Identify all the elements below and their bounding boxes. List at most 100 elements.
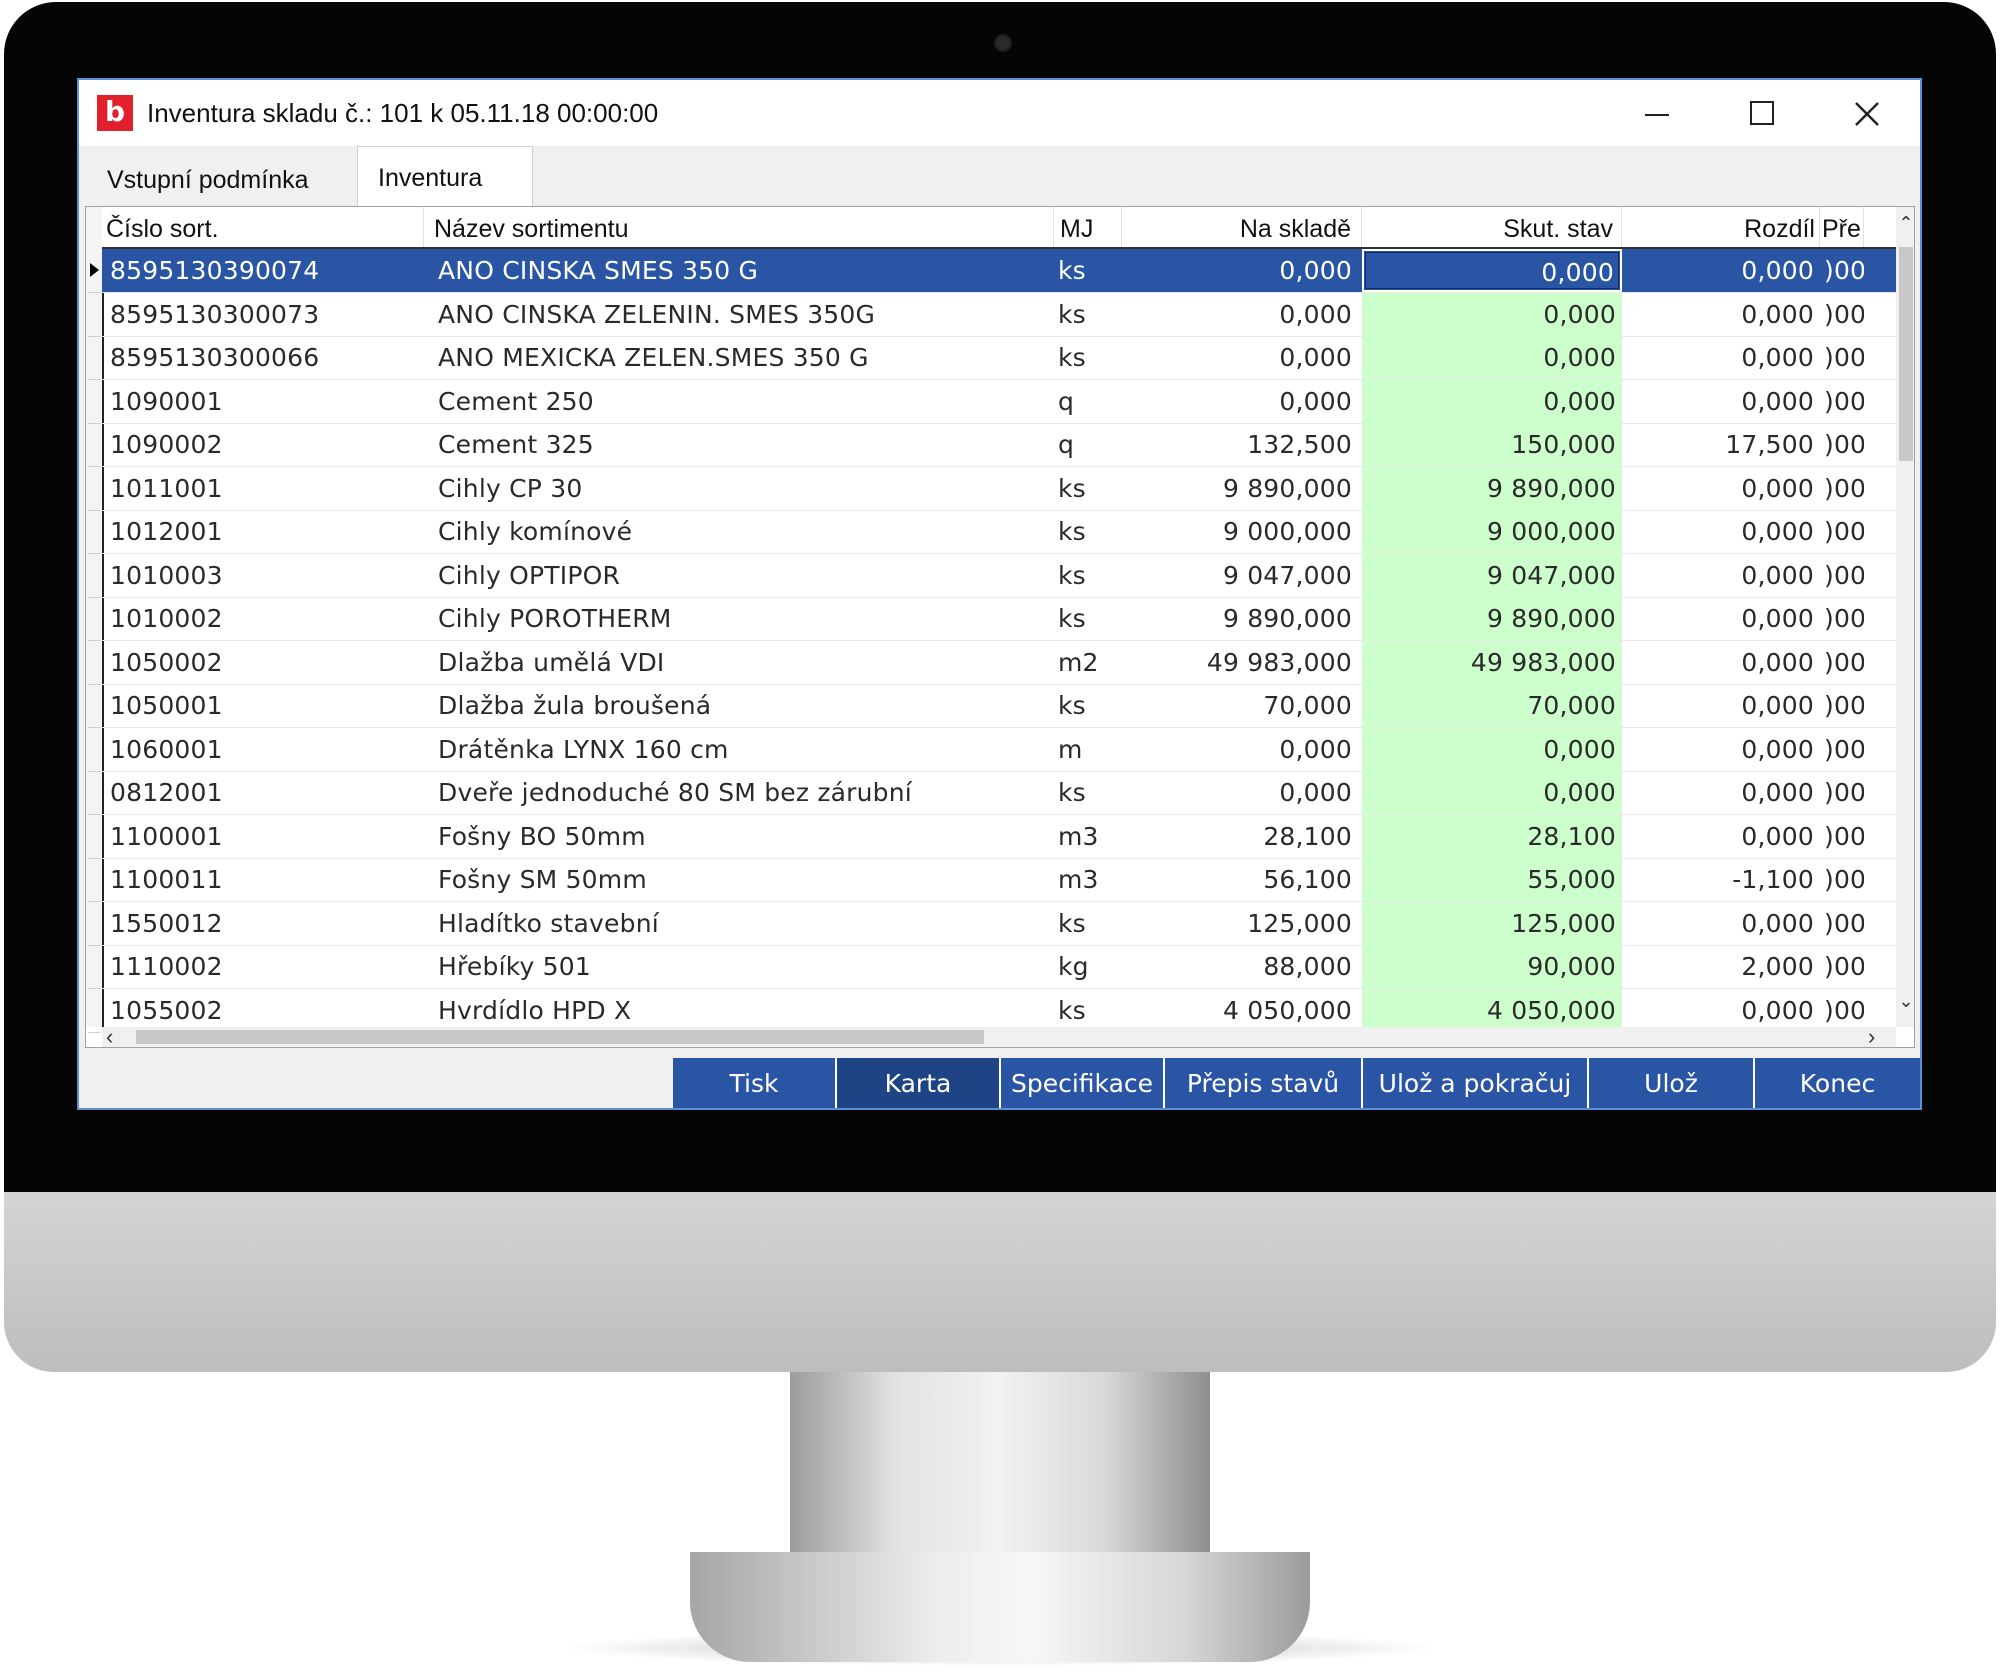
cell-skut-stav[interactable]: 28,100 [1362,814,1622,858]
cell-na-sklade: 0,000 [1279,299,1352,329]
table-row[interactable]: 8595130300066 ANO MEXICKA ZELEN.SMES 350 … [102,336,1896,380]
row-marker[interactable] [88,293,100,337]
column-header-mj[interactable]: MJ [1054,207,1122,247]
scroll-down-icon[interactable]: ⌄ [1896,991,1914,1015]
cell-skut-stav[interactable]: 0,000 [1362,336,1622,379]
cell-mj: ks [1058,517,1086,546]
cell-skut-stav[interactable]: 0,000 [1362,249,1622,292]
table-row[interactable]: 1010002 Cihly POROTHERM ks 9 890,000 9 890,0… [102,597,1896,641]
karta-button[interactable]: Karta [837,1058,1001,1108]
cell-skut-stav[interactable]: 70,000 [1362,684,1622,727]
column-header-rozdil[interactable]: Rozdíl [1622,207,1820,247]
cell-skut-stav[interactable]: 0,000 [1362,727,1622,771]
column-header-nazev[interactable]: Název sortimentu [424,207,1054,247]
table-row[interactable]: 8595130390074 ANO CINSKA SMES 350 G ks 0,00… [102,249,1896,293]
table-row[interactable]: 1011001 Cihly CP 30 ks 9 890,000 9 890,000 0,… [102,466,1896,511]
cell-nazev: Cihly POROTHERM [438,604,672,633]
vertical-scrollbar[interactable]: ⌃ ⌄ [1896,207,1914,1027]
row-marker[interactable] [88,336,100,380]
cell-nazev: Fošny SM 50mm [438,865,647,894]
row-marker[interactable] [88,858,100,902]
cell-skut-stav[interactable]: 9 000,000 [1362,510,1622,553]
horizontal-scrollbar[interactable]: ‹ › [102,1024,1896,1047]
row-marker[interactable] [88,467,100,511]
row-marker[interactable] [88,728,100,772]
maximize-button[interactable] [1734,90,1790,136]
cell-skut-stav[interactable]: 125,000 [1362,901,1622,945]
table-row[interactable]: 1100001 Fošny BO 50mm m3 28,100 28,100 0,000)… [102,814,1896,859]
table-row[interactable]: 1050002 Dlažba umělá VDI m2 49 983,000 49 98… [102,640,1896,685]
table-row[interactable]: 1090002 Cement 325 q 132,500 150,000 17,500)0… [102,423,1896,467]
cell-skut-stav[interactable]: 0,000 [1362,292,1622,336]
cell-skut-stav[interactable]: 150,000 [1362,423,1622,466]
cell-nazev: Cihly CP 30 [438,473,583,503]
cell-nazev: ANO CINSKA ZELENIN. SMES 350G [438,299,876,329]
row-marker[interactable] [88,989,100,1033]
horizontal-scroll-thumb[interactable] [136,1030,984,1044]
table-row[interactable]: 1050001 Dlažba žula broušená ks 70,000 70,00… [102,684,1896,728]
cell-skut-stav[interactable]: 0,000 [1362,379,1622,423]
cell-skut-stav[interactable]: 0,000 [1362,771,1622,814]
minimize-button[interactable] [1629,90,1685,136]
row-marker[interactable] [88,771,100,815]
table-row[interactable]: 1010003 Cihly OPTIPOR ks 9 047,000 9 047,000… [102,553,1896,598]
table-row[interactable]: 8595130300073 ANO CINSKA ZELENIN. SMES 35… [102,292,1896,337]
row-marker[interactable] [88,815,100,859]
vertical-scroll-thumb[interactable] [1899,247,1913,461]
row-marker[interactable] [88,641,100,685]
tab-vstupni-podminka[interactable]: Vstupní podmínka [87,152,359,206]
cell-mj: ks [1058,604,1086,633]
row-marker[interactable] [88,684,100,728]
table-row[interactable]: 1055002 Hvrdídlo HPD X ks 4 050,000 4 050,00… [102,988,1896,1027]
column-header-skut-stav[interactable]: Skut. stav [1362,207,1622,247]
cell-skut-stav[interactable]: 90,000 [1362,945,1622,988]
row-marker[interactable] [88,554,100,598]
column-header-cislo[interactable]: Číslo sort. [102,207,424,247]
table-row[interactable]: 1060001 Drátěnka LYNX 160 cm m 0,000 0,000 0,… [102,727,1896,772]
cell-skut-stav[interactable]: 4 050,000 [1362,988,1622,1027]
cell-cislo: 1050001 [110,691,223,720]
column-header-na-sklade[interactable]: Na skladě [1122,207,1362,247]
tab-inventura[interactable]: Inventura [357,146,533,208]
scroll-left-icon[interactable]: ‹ [106,1024,113,1047]
uloz-a-pokracuj-button[interactable]: Ulož a pokračuj [1363,1058,1589,1108]
cell-skut-stav[interactable]: 9 890,000 [1362,466,1622,510]
table-row[interactable]: 1110002 Hřebíky 501 kg 88,000 90,000 2,000)00 [102,945,1896,989]
table-row[interactable]: 1100011 Fošny SM 50mm m3 56,100 55,000 -1,100… [102,858,1896,902]
cell-skut-stav[interactable]: 9 890,000 [1362,597,1622,640]
cell-na-sklade: 9 000,000 [1222,517,1352,546]
uloz-button[interactable]: Ulož [1589,1058,1755,1108]
row-marker[interactable] [88,380,100,424]
camera-icon [994,34,1012,52]
cell-pre: )00 [1824,952,1864,981]
specifikace-button[interactable]: Specifikace [1001,1058,1165,1108]
table-row[interactable]: 1550012 Hladítko stavební ks 125,000 125,000… [102,901,1896,946]
table-row[interactable]: 1012001 Cihly komínové ks 9 000,000 9 000,00… [102,510,1896,554]
row-marker[interactable] [88,597,100,641]
cell-na-sklade: 0,000 [1279,734,1352,764]
button-bar: Tisk Karta Specifikace Přepis stavů Ulož… [673,1058,1920,1108]
row-marker[interactable] [88,945,100,989]
cell-nazev: Dlažba umělá VDI [438,647,665,677]
title-bar[interactable]: b Inventura skladu č.: 101 k 05.11.18 00… [79,80,1920,146]
current-row-marker-icon[interactable] [88,249,100,293]
prepis-stavu-button[interactable]: Přepis stavů [1165,1058,1363,1108]
cell-na-sklade: 0,000 [1279,386,1352,416]
scroll-up-icon[interactable]: ⌃ [1896,213,1914,237]
close-button[interactable] [1839,90,1895,136]
column-header-pre[interactable]: Pře [1820,207,1864,247]
tisk-button[interactable]: Tisk [673,1058,837,1108]
row-marker[interactable] [88,423,100,467]
row-marker[interactable] [88,510,100,554]
konec-button[interactable]: Konec [1755,1058,1920,1108]
cell-skut-stav[interactable]: 55,000 [1362,858,1622,901]
cell-rozdil: 0,000 [1741,691,1814,720]
cell-skut-stav[interactable]: 49 983,000 [1362,640,1622,684]
scroll-right-icon[interactable]: › [1868,1024,1875,1047]
table-row[interactable]: 0812001 Dveře jednoduché 80 SM bez zárubn… [102,771,1896,815]
cell-skut-stav[interactable]: 9 047,000 [1362,553,1622,597]
cell-cislo: 8595130300073 [110,299,320,329]
row-marker[interactable] [88,902,100,946]
cell-na-sklade: 0,000 [1279,256,1352,285]
table-row[interactable]: 1090001 Cement 250 q 0,000 0,000 0,000)00 [102,379,1896,424]
